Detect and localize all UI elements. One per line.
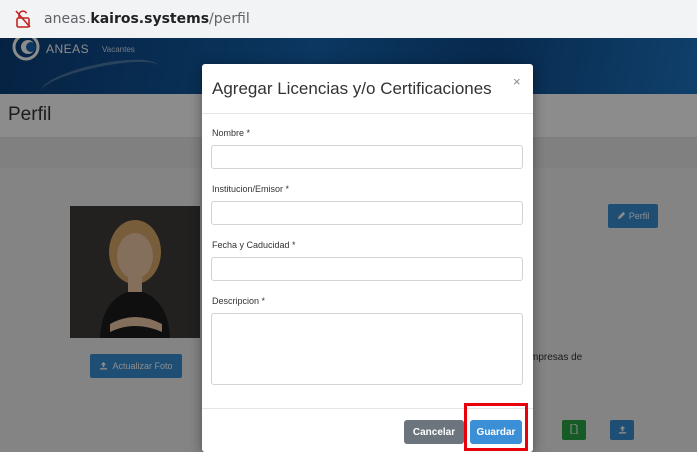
save-button-highlight	[464, 403, 528, 451]
descripcion-textarea[interactable]	[211, 313, 523, 385]
institucion-label: Institucion/Emisor *	[212, 184, 290, 194]
modal-title: Agregar Licencias y/o Certificaciones	[212, 79, 492, 98]
url-domain: kairos.systems	[90, 11, 210, 27]
nombre-label: Nombre *	[212, 128, 251, 138]
browser-address-bar[interactable]: aneas.kairos.systems/perfil	[0, 0, 697, 38]
fecha-input[interactable]	[211, 257, 523, 281]
fecha-label: Fecha y Caducidad *	[212, 240, 296, 250]
nombre-input[interactable]	[211, 145, 523, 169]
descripcion-label: Descripcion *	[212, 296, 266, 306]
cancel-button[interactable]: Cancelar	[404, 420, 464, 444]
url-prefix: aneas.	[44, 11, 91, 27]
modal-header: Agregar Licencias y/o Certificaciones ×	[202, 64, 533, 114]
close-icon[interactable]: ×	[513, 74, 521, 89]
institucion-input[interactable]	[211, 201, 523, 225]
url-path: /perfil	[209, 11, 250, 27]
broken-lock-icon[interactable]	[12, 8, 34, 30]
add-license-modal: Agregar Licencias y/o Certificaciones × …	[202, 64, 533, 452]
url-text[interactable]: aneas.kairos.systems/perfil	[44, 11, 250, 27]
